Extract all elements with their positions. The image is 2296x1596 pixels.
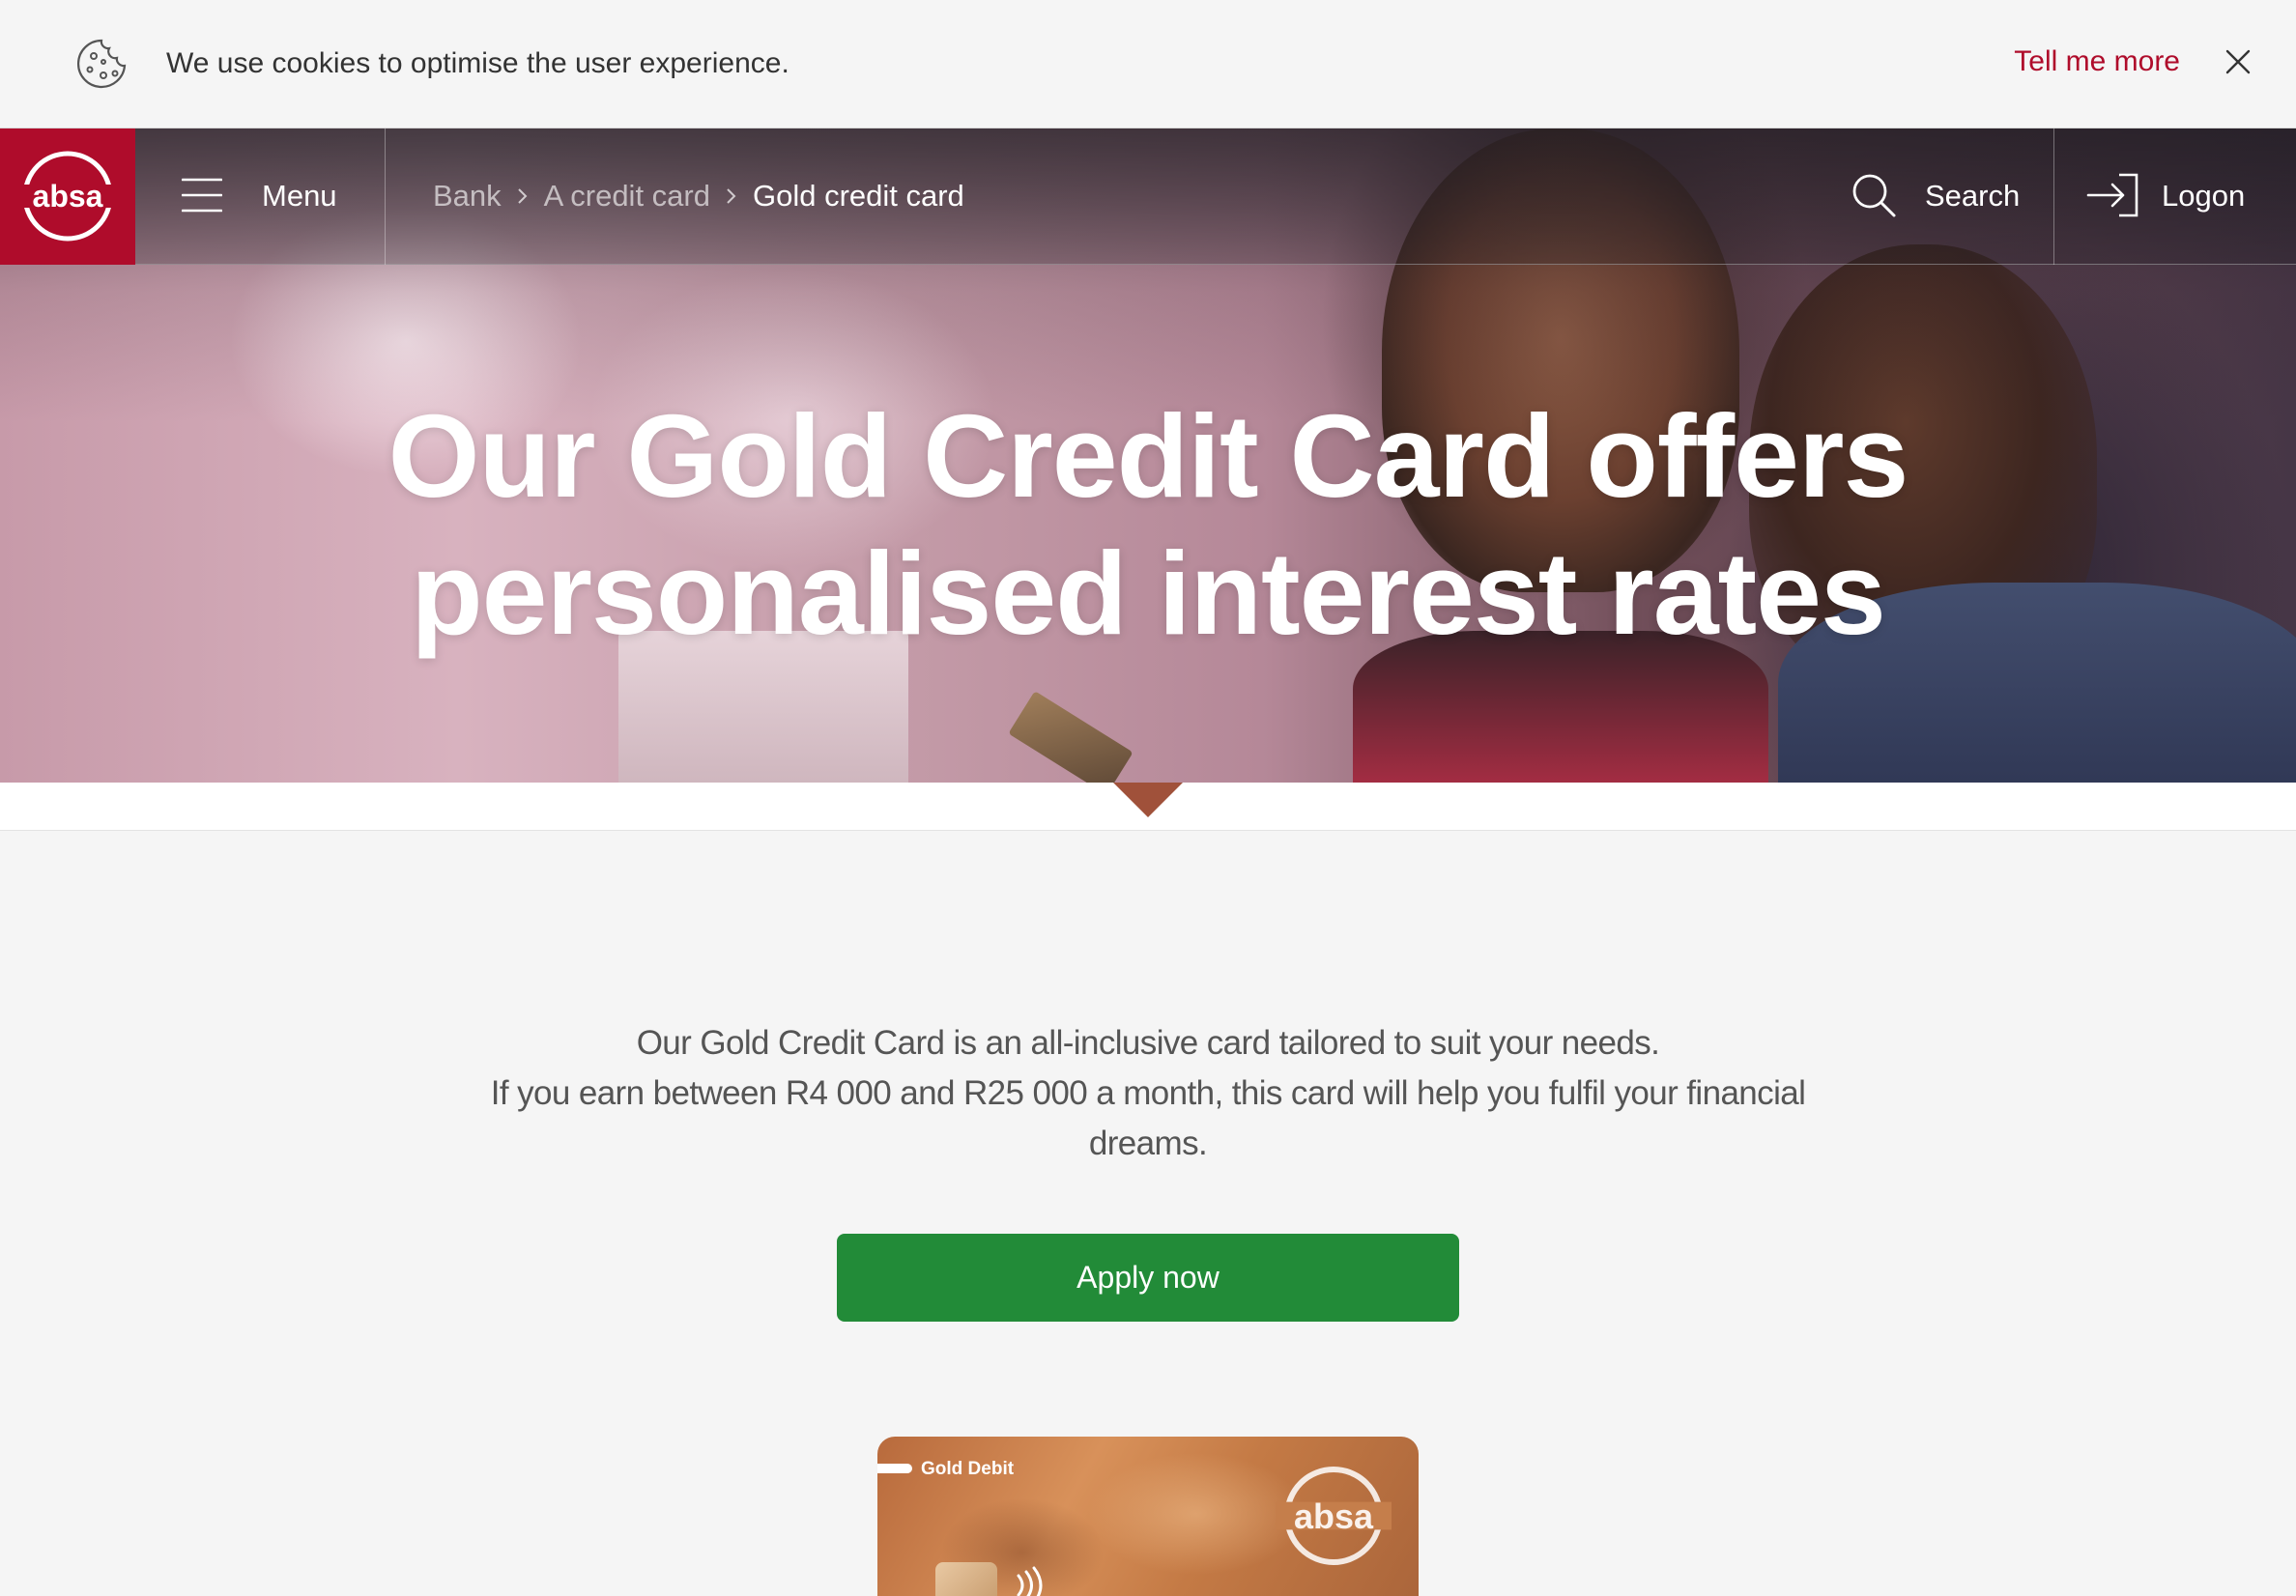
cookie-tell-me-more-link[interactable]: Tell me more bbox=[2014, 43, 2180, 81]
card-absa-logo: absa bbox=[1276, 1467, 1392, 1565]
absa-logo[interactable]: absa bbox=[0, 128, 135, 265]
hero-title: Our Gold Credit Card offers personalised… bbox=[0, 387, 2296, 662]
search-label: Search bbox=[1925, 179, 2021, 213]
card-chip bbox=[935, 1562, 997, 1596]
breadcrumb: Bank A credit card Gold credit card bbox=[433, 175, 964, 217]
contactless-icon bbox=[1017, 1566, 1043, 1596]
breadcrumb-item-gold-credit-card: Gold credit card bbox=[752, 179, 964, 213]
intro-line-1: Our Gold Credit Card is an all-inclusive… bbox=[636, 1024, 1660, 1062]
breadcrumb-item-bank[interactable]: Bank bbox=[433, 175, 502, 217]
cookie-message: We use cookies to optimise the user expe… bbox=[166, 47, 789, 79]
chevron-right-icon bbox=[710, 175, 753, 217]
logon-label: Logon bbox=[2162, 179, 2246, 213]
hero-title-line-2: personalised interest rates bbox=[411, 527, 1886, 659]
intro-line-2: If you earn between R4 000 and R25 000 a… bbox=[490, 1074, 1806, 1112]
search-button[interactable]: Search bbox=[1846, 128, 2052, 265]
hero-title-line-1: Our Gold Credit Card offers bbox=[387, 390, 1909, 522]
logon-arrow-icon bbox=[2086, 173, 2138, 217]
cookie-banner: We use cookies to optimise the user expe… bbox=[0, 0, 2296, 128]
breadcrumb-item-credit-card[interactable]: A credit card bbox=[544, 175, 710, 217]
gold-card-image: Gold Debit absa bbox=[877, 1437, 1419, 1596]
top-navigation: absa Menu Bank A credit card Gold credit… bbox=[0, 128, 2296, 265]
apply-now-button[interactable]: Apply now bbox=[837, 1234, 1459, 1322]
cookie-icon bbox=[77, 39, 127, 89]
chevron-right-icon bbox=[502, 175, 544, 217]
menu-label: Menu bbox=[262, 179, 337, 213]
logon-button[interactable]: Logon bbox=[2053, 128, 2296, 265]
card-tag: Gold Debit bbox=[921, 1459, 1015, 1479]
menu-button[interactable]: Menu bbox=[135, 128, 385, 265]
absa-logo-icon: absa bbox=[19, 151, 116, 242]
card-logo-text: absa bbox=[1294, 1496, 1374, 1536]
nav-divider bbox=[385, 128, 386, 265]
intro-text: Our Gold Credit Card is an all-inclusive… bbox=[464, 1018, 1832, 1169]
intro-line-3: dreams. bbox=[1088, 1125, 1208, 1162]
hero-pointer-arrow bbox=[1113, 783, 1183, 817]
close-icon[interactable] bbox=[2223, 46, 2253, 77]
hamburger-icon bbox=[182, 178, 222, 213]
search-icon bbox=[1852, 174, 1896, 217]
card-stripe bbox=[877, 1464, 912, 1473]
logo-text: absa bbox=[33, 179, 103, 214]
